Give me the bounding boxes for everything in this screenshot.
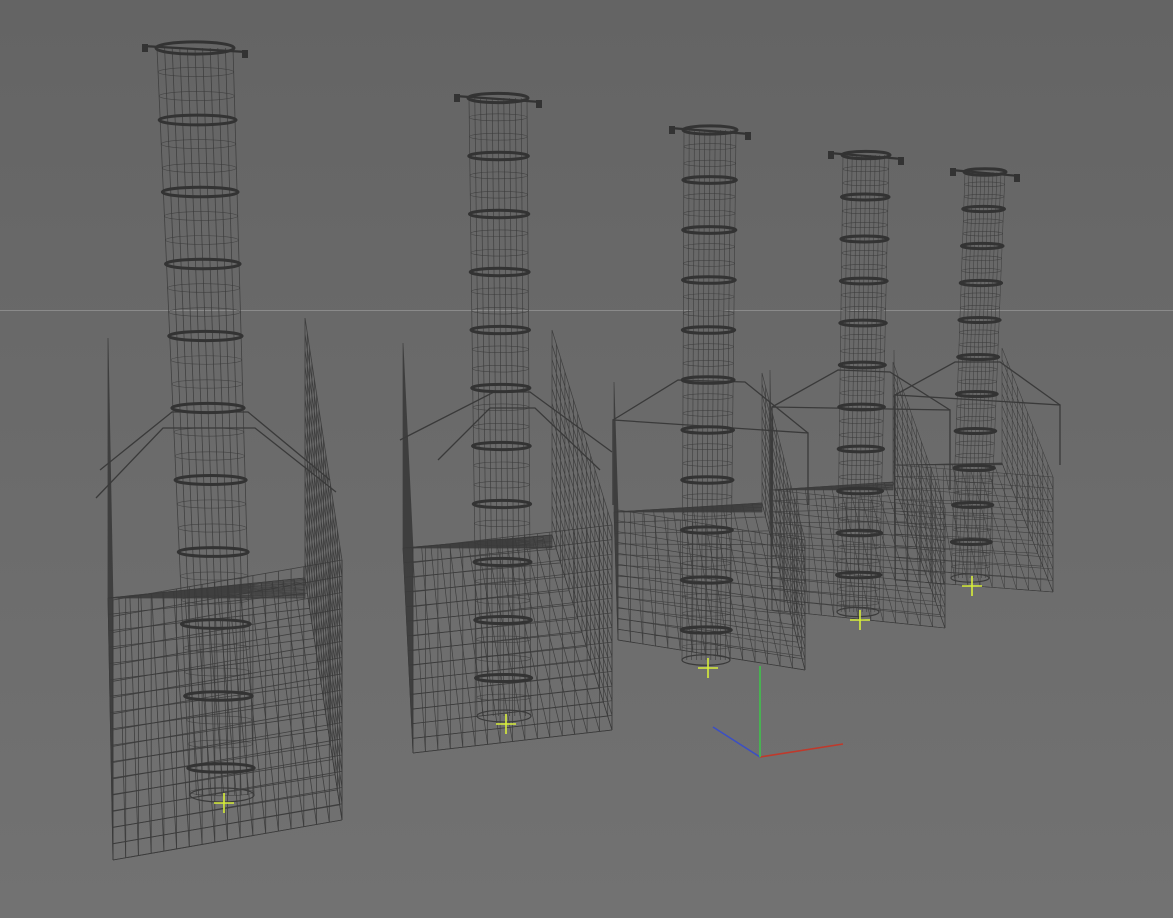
gabion-chimney-3[interactable] (612, 124, 809, 678)
axis-x-line[interactable] (759, 743, 844, 758)
3d-viewport[interactable] (0, 0, 1173, 918)
pivot-icon[interactable] (962, 576, 982, 596)
axis-gizmo[interactable] (712, 666, 844, 758)
wireframe-scene[interactable] (0, 0, 1173, 918)
pivot-icon[interactable] (698, 658, 718, 678)
axis-z-line[interactable] (712, 726, 761, 758)
gabion-chimney-5[interactable] (893, 167, 1061, 596)
gabion-chimney-2[interactable] (399, 91, 613, 754)
gabion-chimney-1[interactable] (95, 40, 343, 861)
pivot-icon[interactable] (496, 714, 516, 734)
pivot-icon[interactable] (850, 610, 870, 630)
gabion-chimney-4[interactable] (769, 149, 951, 630)
